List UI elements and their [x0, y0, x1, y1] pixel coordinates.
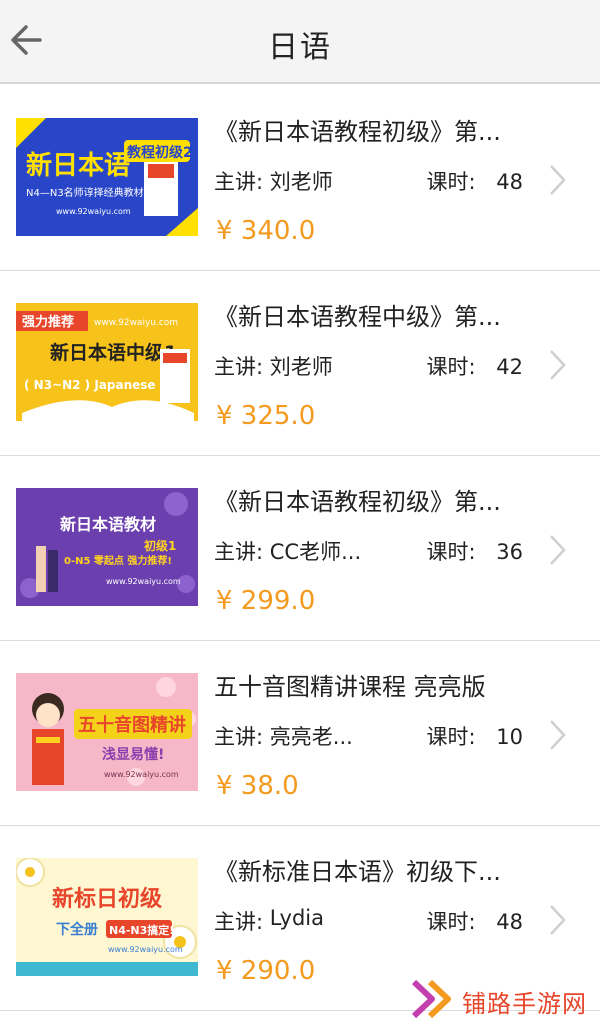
hours-value: 48	[496, 170, 523, 194]
course-thumbnail: 新标日初级 下全册 N4-N3搞定! www.92waiyu.com	[16, 858, 198, 976]
course-meta: 主讲: CC老师... 课时: 36	[214, 536, 523, 566]
hours-value: 42	[496, 355, 523, 379]
course-price: ¥ 290.0	[216, 956, 316, 986]
double-chevron-logo-icon	[411, 979, 451, 1019]
course-price: ¥ 38.0	[216, 771, 299, 801]
svg-text:www.92waiyu.com: www.92waiyu.com	[94, 318, 178, 328]
teacher-label: 主讲:	[214, 910, 264, 934]
svg-text:教程初级2: 教程初级2	[127, 144, 193, 161]
hours-value: 10	[496, 725, 523, 749]
course-item[interactable]: 新日本语教材 初级1 0-N5 零起点 强力推荐! www.92waiyu.co…	[0, 456, 600, 641]
hours-value: 36	[496, 540, 523, 564]
course-thumbnail: 五十音图精讲 浅显易懂! www.92waiyu.com	[16, 673, 198, 791]
svg-text:www.92waiyu.com: www.92waiyu.com	[104, 770, 179, 779]
page-title: 日语	[268, 30, 332, 65]
svg-text:N4-N3搞定!: N4-N3搞定!	[109, 923, 174, 937]
thumb-main-text: 新日本语	[26, 150, 130, 181]
watermark: 铺路手游网	[410, 976, 596, 1022]
teacher-label: 主讲:	[214, 170, 264, 194]
svg-text:www.92waiyu.com: www.92waiyu.com	[56, 207, 131, 216]
teacher-name: CC老师...	[269, 540, 362, 564]
svg-text:N4—N3名师谆择经典教材: N4—N3名师谆择经典教材	[26, 186, 144, 199]
course-thumbnail: 新日本语教材 初级1 0-N5 零起点 强力推荐! www.92waiyu.co…	[16, 488, 198, 606]
teacher-name: Lydia	[269, 906, 324, 930]
svg-text:0-N5 零起点 强力推荐!: 0-N5 零起点 强力推荐!	[64, 554, 172, 567]
thumb-main-text: 五十音图精讲	[78, 714, 186, 736]
svg-text:浅显易懂!: 浅显易懂!	[102, 746, 164, 763]
hours-label: 课时:	[426, 170, 476, 194]
teacher-label: 主讲:	[214, 540, 264, 564]
hours-label: 课时:	[426, 540, 476, 564]
course-meta: 主讲: 亮亮老... 课时: 10	[214, 721, 523, 751]
hours-label: 课时:	[426, 910, 476, 934]
teacher-label: 主讲:	[214, 725, 264, 749]
hours-label: 课时:	[426, 355, 476, 379]
course-title: 五十音图精讲课程 亮亮版	[214, 673, 486, 701]
course-title: 《新日本语教程初级》第...	[214, 488, 501, 516]
chevron-right-icon	[550, 905, 566, 935]
teacher-name: 亮亮老...	[269, 725, 353, 749]
course-title: 《新日本语教程初级》第...	[214, 118, 501, 146]
svg-text:下全册: 下全册	[56, 921, 98, 938]
course-meta: 主讲: Lydia 课时: 48	[214, 906, 523, 936]
svg-text:强力推荐: 强力推荐	[22, 314, 74, 330]
svg-text:www.92waiyu.com: www.92waiyu.com	[108, 945, 183, 954]
teacher-name: 刘老师	[269, 355, 333, 379]
thumb-main-text: 新日本语教材	[60, 515, 156, 534]
chevron-right-icon	[550, 350, 566, 380]
svg-text:www.92waiyu.com: www.92waiyu.com	[106, 577, 181, 586]
chevron-right-icon	[550, 165, 566, 195]
hours-value: 48	[496, 910, 523, 934]
course-list: 新日本语 教程初级2 N4—N3名师谆择经典教材 www.92waiyu.com…	[0, 86, 600, 1011]
thumb-main-text: 新日本语中级1	[50, 341, 177, 364]
course-title: 《新日本语教程中级》第...	[214, 303, 501, 331]
svg-text:初级1: 初级1	[144, 538, 176, 553]
app-header: 日语	[0, 0, 600, 84]
chevron-right-icon	[550, 720, 566, 750]
hours-label: 课时:	[426, 725, 476, 749]
teacher-label: 主讲:	[214, 355, 264, 379]
svg-text:( N3~N2 ) Japanese: ( N3~N2 ) Japanese	[24, 378, 156, 392]
course-meta: 主讲: 刘老师 课时: 42	[214, 351, 523, 381]
course-item[interactable]: 新日本语 教程初级2 N4—N3名师谆择经典教材 www.92waiyu.com…	[0, 86, 600, 271]
course-price: ¥ 325.0	[216, 401, 316, 431]
chevron-right-icon	[550, 535, 566, 565]
course-title: 《新标准日本语》初级下...	[214, 858, 501, 886]
course-price: ¥ 299.0	[216, 586, 316, 616]
course-thumbnail: 强力推荐 www.92waiyu.com 新日本语中级1 ( N3~N2 ) J…	[16, 303, 198, 421]
watermark-text: 铺路手游网	[462, 990, 587, 1018]
teacher-name: 刘老师	[269, 170, 333, 194]
course-thumbnail: 新日本语 教程初级2 N4—N3名师谆择经典教材 www.92waiyu.com	[16, 118, 198, 236]
course-meta: 主讲: 刘老师 课时: 48	[214, 166, 523, 196]
course-price: ¥ 340.0	[216, 216, 316, 246]
course-item[interactable]: 强力推荐 www.92waiyu.com 新日本语中级1 ( N3~N2 ) J…	[0, 271, 600, 456]
course-item[interactable]: 五十音图精讲 浅显易懂! www.92waiyu.com 五十音图精讲课程 亮亮…	[0, 641, 600, 826]
thumb-main-text: 新标日初级	[52, 886, 162, 912]
